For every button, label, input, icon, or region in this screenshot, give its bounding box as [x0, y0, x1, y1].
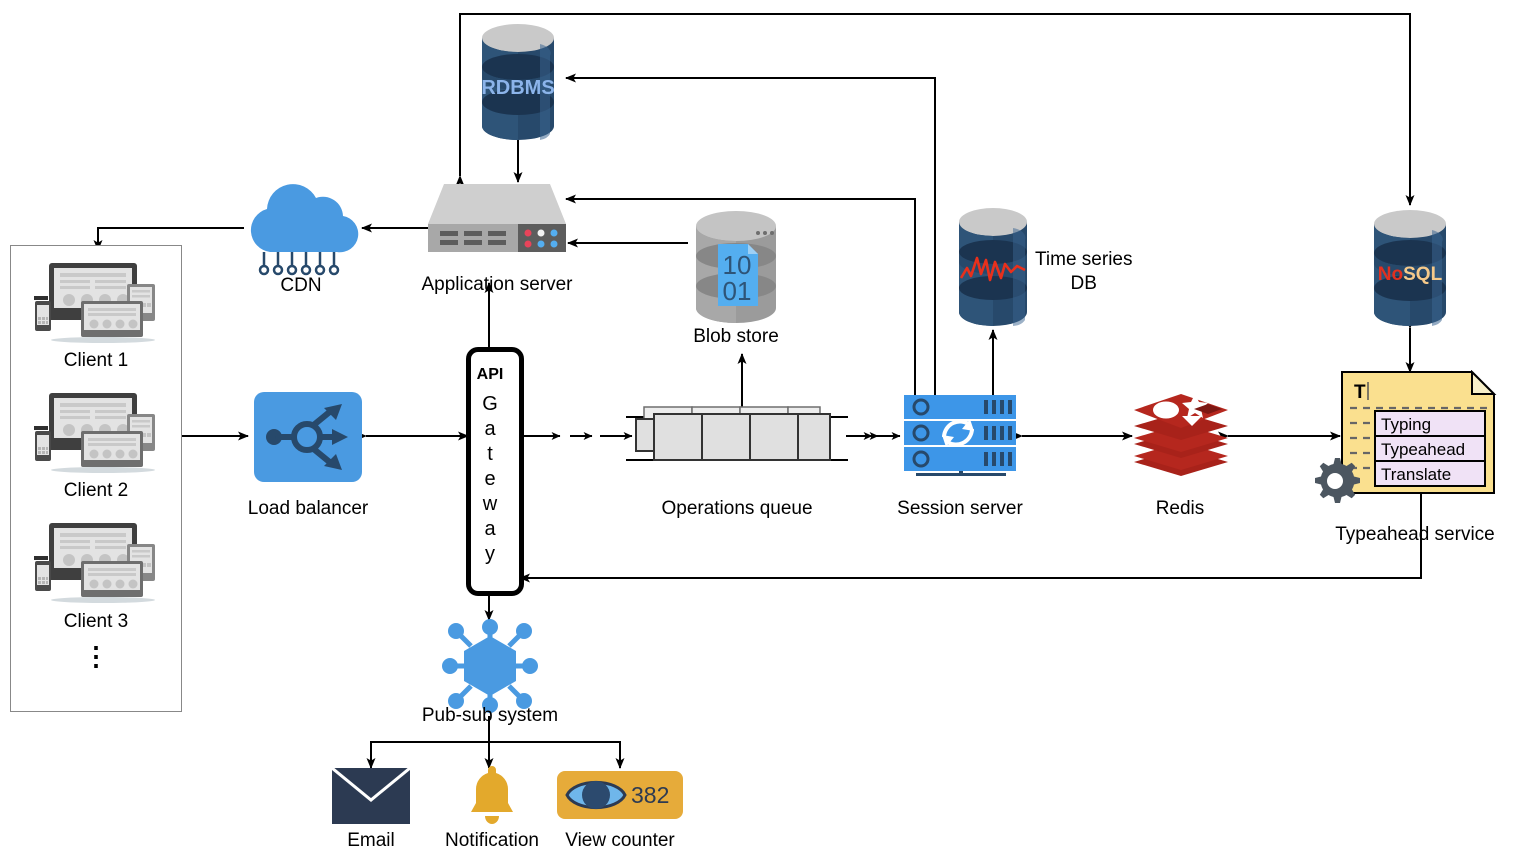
load-balancer-node[interactable]	[252, 390, 364, 489]
pubsub-label: Pub-sub system	[421, 705, 559, 726]
load-balancer-label: Load balancer	[247, 498, 369, 519]
redis-node[interactable]	[1132, 388, 1230, 489]
api-gateway-letter-6: y	[485, 543, 495, 565]
timeseries-database-icon	[959, 208, 1027, 326]
typeahead-document-icon: T Typing Typeahead Translate	[1341, 369, 1497, 494]
typeahead-suggestion-2: Translate	[1381, 465, 1451, 484]
rdbms-node[interactable]: RDBMS	[478, 22, 558, 147]
blob-store-label: Blob store	[693, 326, 779, 347]
time-series-db-label: Time series DB	[1035, 248, 1132, 296]
server-icon	[428, 184, 566, 252]
session-server-label: Session server	[897, 498, 1023, 519]
email-node[interactable]	[331, 766, 411, 829]
application-server-node[interactable]	[426, 180, 568, 265]
api-gateway-title: API	[476, 366, 504, 383]
client-3-devices-icon	[31, 521, 161, 611]
operations-queue-label: Operations queue	[661, 498, 813, 519]
blob-store-node[interactable]: 10 01	[688, 208, 784, 335]
nosql-node[interactable]: NoSQL	[1370, 208, 1450, 333]
email-label: Email	[347, 830, 395, 851]
nosql-text-sql: SQL	[1403, 264, 1442, 285]
api-gateway-letter-5: a	[484, 518, 496, 540]
api-gateway-vertical-label: Gateway	[471, 392, 509, 567]
api-gateway-letter-2: t	[487, 443, 493, 465]
client-3-label: Client 3	[63, 611, 129, 632]
api-gateway-letter-0: G	[482, 393, 498, 415]
view-counter-node[interactable]: 382	[557, 771, 683, 819]
client-1-label: Client 1	[63, 350, 129, 371]
session-server-icon	[904, 395, 1016, 476]
rdbms-text: RDBMS	[481, 77, 554, 99]
typeahead-suggestion-0: Typing	[1381, 415, 1431, 434]
eye-icon	[565, 780, 627, 810]
typeahead-suggestion-1: Typeahead	[1381, 440, 1465, 459]
client-1-devices-icon	[31, 261, 161, 351]
view-counter-value: 382	[631, 782, 670, 808]
queue-icon	[626, 406, 848, 461]
time-series-db-node[interactable]	[955, 206, 1031, 335]
api-gateway-node[interactable]: API Gateway	[466, 347, 524, 596]
notification-node[interactable]	[465, 764, 519, 831]
envelope-icon	[331, 766, 411, 824]
cloud-icon	[250, 184, 359, 276]
cdn-node[interactable]	[240, 182, 362, 282]
time-series-db-label-line1: Time series	[1035, 249, 1133, 270]
architecture-diagram: Client 1 Client 2 Client 3 ⋮ CDN Applica…	[0, 0, 1519, 863]
operations-queue-node[interactable]	[626, 400, 848, 475]
typeahead-service-node[interactable]: T Typing Typeahead Translate	[1340, 369, 1510, 500]
clients-container: Client 1 Client 2 Client 3 ⋮	[10, 245, 182, 712]
gear-icon	[1309, 455, 1361, 512]
cdn-label: CDN	[280, 275, 322, 296]
nosql-text: NoSQL	[1378, 264, 1443, 285]
redis-label: Redis	[1155, 498, 1205, 519]
bell-icon	[471, 766, 513, 824]
client-2-label: Client 2	[63, 480, 129, 501]
view-counter-label: View counter	[565, 830, 675, 851]
nosql-text-no: No	[1378, 264, 1403, 285]
api-gateway-letter-3: e	[484, 468, 496, 490]
client-2-devices-icon	[31, 391, 161, 481]
notification-label: Notification	[445, 830, 539, 851]
blob-database-icon: 10 01	[696, 211, 776, 323]
application-server-label: Application server	[421, 274, 573, 295]
api-gateway-letter-1: a	[484, 418, 496, 440]
pubsub-node[interactable]	[441, 618, 539, 719]
session-server-node[interactable]	[900, 393, 1022, 486]
typeahead-cursor-text: T	[1354, 382, 1366, 403]
clients-ellipsis: ⋮	[83, 641, 109, 671]
time-series-db-label-line2: DB	[1070, 273, 1097, 294]
api-gateway-letter-4: w	[482, 493, 498, 515]
load-balancer-icon	[254, 392, 362, 482]
typeahead-service-label: Typeahead service	[1335, 524, 1495, 545]
database-icon: RDBMS	[481, 24, 555, 140]
redis-icon	[1134, 394, 1228, 476]
database-icon: NoSQL	[1374, 210, 1446, 326]
blob-binary-bottom: 01	[723, 276, 752, 306]
pubsub-hexagon-icon	[442, 619, 538, 713]
